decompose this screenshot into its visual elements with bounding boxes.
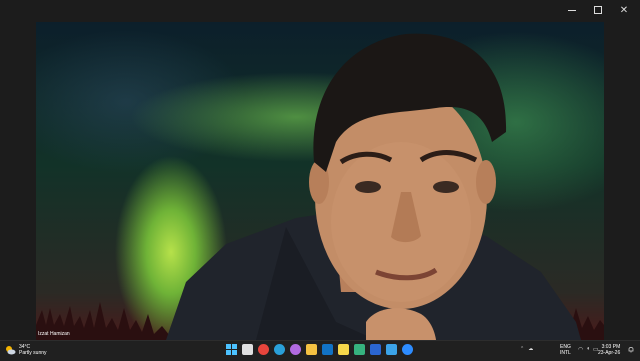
weather-condition: Partly sunny bbox=[19, 350, 47, 356]
copilot-icon[interactable] bbox=[290, 344, 301, 355]
zoom-icon[interactable] bbox=[402, 344, 413, 355]
clock-date: 23-Apr-26 bbox=[598, 350, 621, 356]
window-titlebar: ✕ bbox=[0, 0, 640, 22]
language-indicator[interactable]: ENG INTL bbox=[560, 344, 571, 356]
close-icon: ✕ bbox=[619, 4, 629, 16]
minimize-button[interactable] bbox=[558, 0, 586, 20]
wifi-icon: ◠ bbox=[578, 347, 584, 353]
photos-icon[interactable] bbox=[354, 344, 365, 355]
store-icon[interactable] bbox=[386, 344, 397, 355]
maximize-icon bbox=[594, 6, 602, 14]
taskbar-clock[interactable]: 3:03 PM 23-Apr-26 bbox=[598, 344, 620, 356]
outlook-icon[interactable] bbox=[322, 344, 333, 355]
chrome-icon[interactable] bbox=[258, 344, 269, 355]
task-view-icon[interactable] bbox=[242, 344, 253, 355]
word-icon[interactable] bbox=[370, 344, 381, 355]
status-icons[interactable]: ◠ ◖ ▭ bbox=[578, 346, 599, 353]
minimize-icon bbox=[568, 9, 576, 11]
onedrive-icon[interactable]: ☁ bbox=[528, 346, 533, 352]
sun-cloud-icon bbox=[6, 346, 16, 355]
pinned-apps bbox=[226, 344, 413, 355]
weather-widget[interactable]: 34°C Partly sunny bbox=[4, 344, 47, 356]
notification-bell-icon[interactable] bbox=[628, 346, 634, 353]
system-tray: ⌃ ☁ bbox=[520, 346, 533, 352]
chevron-up-icon[interactable]: ⌃ bbox=[520, 346, 524, 352]
windows-taskbar: 34°C Partly sunny ⌃ ☁ ENG INTL ◠ ◖ ▭ 3:0… bbox=[0, 340, 640, 361]
file-explorer-icon[interactable] bbox=[306, 344, 317, 355]
volume-icon: ◖ bbox=[586, 346, 590, 352]
participant-name-label: Izzat Hamizan bbox=[38, 331, 70, 337]
maximize-button[interactable] bbox=[584, 0, 612, 20]
keyboard-layout: INTL bbox=[560, 350, 571, 356]
windows-start-icon[interactable] bbox=[226, 344, 237, 355]
video-feed bbox=[36, 22, 604, 340]
participant-person bbox=[166, 33, 581, 340]
edge-icon[interactable] bbox=[274, 344, 285, 355]
sticky-notes-icon[interactable] bbox=[338, 344, 349, 355]
close-button[interactable]: ✕ bbox=[610, 0, 638, 20]
